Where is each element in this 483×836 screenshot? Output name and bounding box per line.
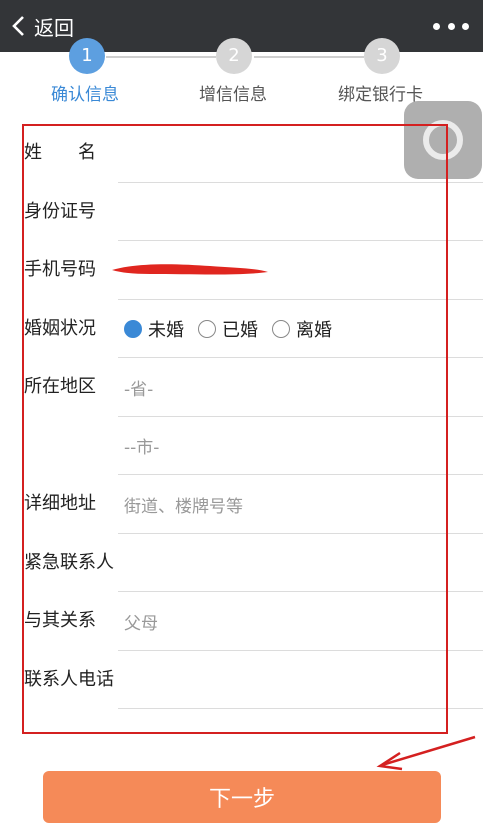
form-row-id: 身份证号	[0, 183, 483, 241]
more-options-icon[interactable]	[433, 14, 469, 38]
step-1-label: 确认信息	[51, 85, 119, 105]
step-3-circle: 3	[364, 38, 400, 74]
address-field[interactable]: 街道、楼牌号等	[124, 475, 469, 533]
step-2-label: 增信信息	[199, 85, 267, 105]
next-step-button[interactable]: 下一步	[43, 771, 441, 823]
back-button[interactable]: 返回	[8, 9, 74, 43]
step-connector	[106, 56, 216, 58]
marital-status-options: 未婚 已婚 离婚	[124, 300, 469, 358]
city-select[interactable]: --市-	[124, 417, 469, 475]
phone-label: 手机号码	[24, 259, 96, 280]
step-3-label: 绑定银行卡	[338, 85, 423, 105]
emergency-contact-label: 紧急联系人	[24, 551, 114, 573]
address-label: 详细地址	[24, 493, 96, 514]
contact-phone-field[interactable]	[124, 651, 469, 709]
radio-married-label: 已婚	[222, 319, 258, 341]
form-row-marital: 婚姻状况 未婚 已婚 离婚	[0, 300, 483, 358]
radio-divorced[interactable]: 离婚	[272, 316, 332, 342]
radio-unmarried[interactable]: 未婚	[124, 316, 184, 342]
radio-married[interactable]: 已婚	[198, 316, 258, 342]
name-label: 姓 名	[24, 142, 96, 163]
step-1-circle: 1	[69, 38, 105, 74]
region-label: 所在地区	[24, 376, 96, 397]
radio-unchecked-icon	[198, 319, 216, 338]
province-select[interactable]: -省-	[124, 358, 469, 416]
step-2-circle: 2	[216, 38, 252, 74]
radio-unmarried-label: 未婚	[148, 319, 184, 341]
form-row-emergency: 紧急联系人	[0, 534, 483, 592]
contact-phone-label: 联系人电话	[24, 668, 114, 690]
personal-info-form: 姓 名 身份证号 手机号码 婚姻状况 未婚 已婚 离婚 所在地区 -省- --市…	[0, 124, 483, 709]
redaction-scribble	[112, 264, 268, 275]
annotation-arrow-icon	[376, 735, 476, 771]
chevron-left-icon	[12, 16, 24, 36]
name-field[interactable]	[124, 124, 469, 182]
form-row-province: 所在地区 -省-	[0, 358, 483, 417]
marital-status-label: 婚姻状况	[24, 317, 96, 339]
form-row-address: 详细地址 街道、楼牌号等	[0, 475, 483, 534]
back-label: 返回	[34, 15, 74, 40]
emergency-contact-field[interactable]	[124, 534, 469, 592]
form-row-city: --市-	[0, 417, 483, 475]
row-divider	[118, 708, 483, 709]
form-row-contact-phone: 联系人电话	[0, 651, 483, 709]
id-number-field[interactable]	[124, 183, 469, 241]
form-row-name: 姓 名	[0, 124, 483, 183]
step-connector	[254, 56, 364, 58]
relation-field[interactable]: 父母	[124, 592, 469, 650]
id-number-label: 身份证号	[24, 200, 96, 222]
relation-label: 与其关系	[24, 610, 96, 631]
radio-checked-icon	[124, 319, 142, 338]
radio-divorced-label: 离婚	[296, 319, 332, 341]
radio-unchecked-icon	[272, 319, 290, 338]
form-row-relation: 与其关系 父母	[0, 592, 483, 651]
